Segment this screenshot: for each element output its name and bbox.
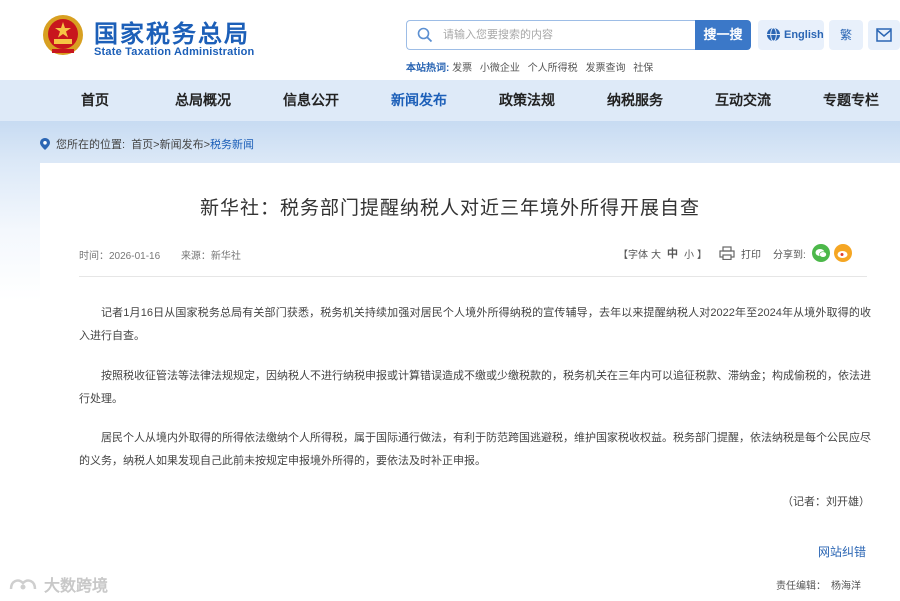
breadcrumb-prefix: 您所在的位置: <box>56 139 126 151</box>
hot-word-link[interactable]: 发票 <box>452 63 472 74</box>
watermark-text: 大数跨境 <box>44 578 109 595</box>
article-source: 来源：新华社 <box>180 251 241 262</box>
site-correction-link[interactable]: 网站纠错 <box>818 543 866 560</box>
hot-word-link[interactable]: 发票查询 <box>585 63 625 74</box>
breadcrumb: 您所在的位置: 首页>新闻发布>税务新闻 <box>40 136 254 152</box>
nav-item-home[interactable]: 首页 <box>50 80 140 121</box>
search-input[interactable] <box>443 25 688 45</box>
main-nav: 首页 总局概况 信息公开 新闻发布 政策法规 纳税服务 互动交流 专题专栏 <box>0 80 900 121</box>
font-size-label: 【字体 <box>618 249 648 261</box>
search-button[interactable]: 搜一搜 <box>695 20 751 50</box>
responsible-editor: 责任编辑： 杨海洋 <box>776 581 861 592</box>
nav-item-policies[interactable]: 政策法规 <box>482 80 572 121</box>
title-divider <box>79 276 867 277</box>
globe-icon <box>766 27 781 42</box>
hot-word-link[interactable]: 社保 <box>633 63 653 74</box>
location-pin-icon <box>40 138 50 150</box>
weibo-share-icon[interactable] <box>833 244 852 262</box>
breadcrumb-current[interactable]: 税务新闻 <box>210 139 254 151</box>
hot-word-link[interactable]: 个人所得税 <box>528 63 578 74</box>
search-icon <box>417 27 433 43</box>
article-paragraph: 居民个人从境内外取得的所得依法缴纳个人所得税，属于国际通行做法，有利于防范跨国逃… <box>79 432 871 467</box>
nav-item-news[interactable]: 新闻发布 <box>374 80 464 121</box>
watermark: 大数跨境 <box>8 572 108 596</box>
wechat-share-icon[interactable] <box>811 244 830 262</box>
article-paragraph: 按照税收征管法等法律法规规定，因纳税人不进行纳税申报或计算错误造成不缴或少缴税款… <box>79 370 871 405</box>
traditional-chinese-button[interactable]: 繁 <box>829 20 863 50</box>
reporter-credit: （记者：刘开雄） <box>782 496 870 508</box>
english-label: English <box>784 29 824 41</box>
article-card: 新华社：税务部门提醒纳税人对近三年境外所得开展自查 时间：2026-01-16 … <box>40 163 900 601</box>
site-logo-title[interactable]: 国家税务总局 <box>94 14 250 49</box>
font-size-bracket-close: 】 <box>697 249 707 261</box>
hot-word-link[interactable]: 小微企业 <box>480 63 520 74</box>
search-box <box>406 20 696 50</box>
article-title: 新华社：税务部门提醒纳税人对近三年境外所得开展自查 <box>199 197 700 219</box>
mail-icon <box>876 28 892 42</box>
nav-item-tax-services[interactable]: 纳税服务 <box>590 80 680 121</box>
hot-words: 本站热词: 发票 小微企业 个人所得税 发票查询 社保 <box>406 59 658 74</box>
font-size-small[interactable]: 小 <box>684 246 694 261</box>
nav-item-info-disclosure[interactable]: 信息公开 <box>266 80 356 121</box>
article-meta: 时间：2026-01-16 来源：新华社 <box>79 247 259 262</box>
font-size-large[interactable]: 大 <box>651 246 661 261</box>
share-label: 分享到: <box>773 249 806 261</box>
article-paragraph: 记者1月16日从国家税务总局有关部门获悉，税务机关持续加强对居民个人境外所得纳税… <box>79 307 871 342</box>
breadcrumb-path[interactable]: 首页>新闻发布> <box>131 139 210 151</box>
hot-words-label: 本站热词: <box>406 63 450 74</box>
national-emblem-icon[interactable] <box>42 13 84 57</box>
english-button[interactable]: English <box>758 20 824 50</box>
watermark-logo-icon <box>9 579 37 590</box>
nav-item-special-topics[interactable]: 专题专栏 <box>806 80 896 121</box>
nav-item-overview[interactable]: 总局概况 <box>158 80 248 121</box>
article-tools: 【字体 大 中 小 】 打印 分享到: <box>618 244 852 262</box>
site-logo-subtitle: State Taxation Administration <box>94 46 255 58</box>
print-icon[interactable] <box>719 246 735 260</box>
print-button[interactable]: 打印 <box>741 246 761 261</box>
font-size-medium[interactable]: 中 <box>667 245 678 261</box>
nav-item-interaction[interactable]: 互动交流 <box>698 80 788 121</box>
mail-button[interactable] <box>868 20 900 50</box>
publish-time: 时间：2026-01-16 <box>79 251 161 262</box>
site-header: 国家税务总局 State Taxation Administration 搜一搜… <box>0 0 900 80</box>
